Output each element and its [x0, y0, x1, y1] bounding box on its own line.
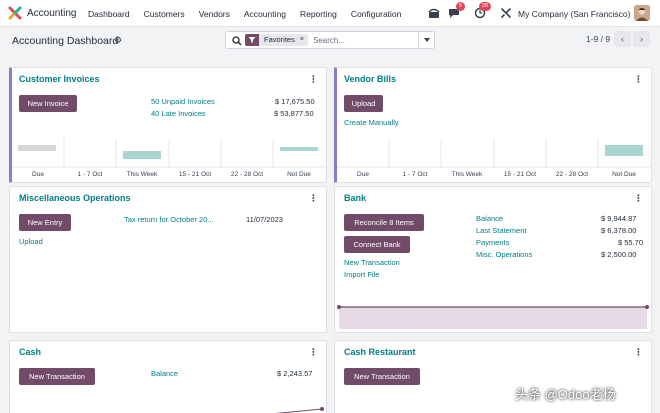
- misc-operations-value: $ 2,500.00: [601, 250, 637, 259]
- facet-label: Favorites: [259, 34, 300, 46]
- pager-next-button[interactable]: ›: [633, 31, 650, 47]
- payments-value: $ 55.70: [618, 238, 644, 247]
- axis-label-22-28-oct: 22 - 28 Oct: [230, 171, 264, 178]
- card-title[interactable]: Cash Restaurant: [344, 347, 416, 357]
- top-navbar: Accounting Dashboard Customers Vendors A…: [0, 0, 660, 27]
- accounting-app-logo-icon[interactable]: [8, 6, 22, 20]
- unpaid-invoices-value: $ 17,675.50: [275, 97, 315, 106]
- bar-not-due: [605, 145, 643, 156]
- main-menu: Dashboard Customers Vendors Accounting R…: [88, 9, 415, 19]
- cash-balance-label[interactable]: Balance: [151, 369, 178, 378]
- bar-not-due: [280, 147, 318, 151]
- bills-aging-graph[interactable]: Due 1 - 7 Oct This Week 15 - 21 Oct 22 -…: [337, 138, 651, 182]
- axis-label-this-week: This Week: [126, 171, 158, 178]
- activities-badge: 28: [478, 2, 491, 11]
- card-title[interactable]: Customer Invoices: [19, 74, 100, 84]
- axis-label-not-due: Not Due: [287, 171, 311, 178]
- watermark: 头条 @Odoo老杨: [515, 387, 616, 402]
- upload-button[interactable]: Upload: [344, 95, 383, 112]
- reconcile-items-button[interactable]: Reconcile 8 Items: [344, 214, 424, 231]
- cash-card: Cash ⋮ New Transaction Balance $ 2,243.5…: [9, 340, 327, 413]
- axis-label-22-28-oct: 22 - 28 Oct: [555, 171, 589, 178]
- axis-label-not-due: Not Due: [612, 171, 636, 178]
- card-menu-kebab-icon[interactable]: ⋮: [309, 193, 318, 204]
- messages-badge: 6: [455, 2, 465, 11]
- upload-link[interactable]: Upload: [19, 237, 43, 246]
- last-statement-value: $ 6,378.00: [601, 226, 637, 235]
- pager-previous-button[interactable]: ‹: [614, 31, 631, 47]
- menu-accounting[interactable]: Accounting: [244, 9, 286, 19]
- axis-label-15-21-oct: 15 - 21 Oct: [178, 171, 212, 178]
- bank-balance-graph[interactable]: [335, 302, 652, 332]
- axis-label-1-7-oct: 1 - 7 Oct: [77, 171, 103, 178]
- card-title[interactable]: Vendor Bills: [344, 74, 396, 84]
- miscellaneous-operations-card: Miscellaneous Operations ⋮ New Entry Upl…: [9, 186, 327, 333]
- payments-label[interactable]: Payments: [476, 238, 509, 247]
- caret-down-icon: [423, 38, 430, 42]
- create-manually-link[interactable]: Create Manually: [344, 118, 399, 127]
- misc-operations-label[interactable]: Misc. Operations: [476, 250, 532, 259]
- late-invoices-link[interactable]: 40 Late Invoices: [151, 109, 206, 118]
- search-icon[interactable]: [232, 36, 242, 46]
- connect-bank-button[interactable]: Connect Bank: [344, 236, 410, 253]
- card-menu-kebab-icon[interactable]: ⋮: [634, 193, 643, 204]
- search-bar[interactable]: Favorites × Search...: [225, 31, 435, 49]
- debug-tools-icon[interactable]: [500, 6, 512, 20]
- axis-label-due: Due: [32, 171, 44, 178]
- card-menu-kebab-icon[interactable]: ⋮: [634, 74, 643, 85]
- last-statement-label[interactable]: Last Statement: [476, 226, 526, 235]
- cash-balance-value: $ 2,243.57: [277, 369, 313, 378]
- bar-this-week: [123, 151, 161, 159]
- phone-icon[interactable]: [428, 6, 440, 20]
- card-menu-kebab-icon[interactable]: ⋮: [634, 347, 643, 358]
- customer-invoices-card: Customer Invoices ⋮ New Invoice 50 Unpai…: [9, 67, 327, 183]
- search-facet-favorites: Favorites ×: [245, 34, 308, 46]
- aging-bars: [337, 138, 651, 168]
- menu-customers[interactable]: Customers: [144, 9, 185, 19]
- card-menu-kebab-icon[interactable]: ⋮: [309, 74, 318, 85]
- menu-reporting[interactable]: Reporting: [300, 9, 337, 19]
- invoices-aging-graph[interactable]: Due 1 - 7 Oct This Week 15 - 21 Oct 22 -…: [12, 138, 326, 182]
- cash-balance-graph[interactable]: [10, 403, 327, 413]
- new-transaction-link[interactable]: New Transaction: [344, 258, 400, 267]
- bar-due: [18, 145, 56, 151]
- vendor-bills-card: Vendor Bills ⋮ Upload Create Manually Du…: [334, 67, 652, 183]
- new-transaction-button[interactable]: New Transaction: [344, 368, 420, 385]
- menu-configuration[interactable]: Configuration: [351, 9, 402, 19]
- user-avatar[interactable]: [634, 5, 650, 21]
- new-entry-button[interactable]: New Entry: [19, 214, 71, 231]
- activities-icon[interactable]: 28: [474, 2, 491, 20]
- filter-icon: [245, 34, 259, 46]
- pager-value[interactable]: 1-9 / 9: [586, 34, 610, 44]
- menu-vendors[interactable]: Vendors: [199, 9, 230, 19]
- tax-return-activity-link[interactable]: Tax return for October 20...: [124, 215, 214, 224]
- unpaid-invoices-link[interactable]: 50 Unpaid Invoices: [151, 97, 215, 106]
- new-transaction-button[interactable]: New Transaction: [19, 368, 95, 385]
- late-invoices-value: $ 53,877.50: [274, 109, 314, 118]
- card-title[interactable]: Bank: [344, 193, 366, 203]
- app-name[interactable]: Accounting: [27, 8, 76, 19]
- messages-icon[interactable]: 6: [448, 2, 465, 20]
- axis-label-due: Due: [357, 171, 369, 178]
- bank-card: Bank ⋮ Reconcile 8 Items Connect Bank Ne…: [334, 186, 652, 333]
- balance-label[interactable]: Balance: [476, 214, 503, 223]
- axis-label-15-21-oct: 15 - 21 Oct: [503, 171, 537, 178]
- menu-dashboard[interactable]: Dashboard: [88, 9, 130, 19]
- tax-return-date: 11/07/2023: [246, 215, 283, 224]
- search-options-toggle[interactable]: [418, 32, 434, 48]
- new-invoice-button[interactable]: New Invoice: [19, 95, 77, 112]
- facet-remove-icon[interactable]: ×: [299, 34, 308, 46]
- page-title: Accounting Dashboard: [12, 35, 119, 47]
- balance-value: $ 9,944.87: [601, 214, 637, 223]
- company-switcher[interactable]: My Company (San Francisco): [518, 9, 630, 19]
- card-title[interactable]: Cash: [19, 347, 41, 357]
- gear-icon[interactable]: ⚙: [114, 35, 122, 46]
- aging-bars: [12, 138, 326, 168]
- search-input[interactable]: Search...: [313, 36, 345, 45]
- import-file-link[interactable]: Import File: [344, 270, 379, 279]
- card-title[interactable]: Miscellaneous Operations: [19, 193, 131, 203]
- axis-label-this-week: This Week: [451, 171, 483, 178]
- card-menu-kebab-icon[interactable]: ⋮: [309, 347, 318, 358]
- axis-label-1-7-oct: 1 - 7 Oct: [402, 171, 428, 178]
